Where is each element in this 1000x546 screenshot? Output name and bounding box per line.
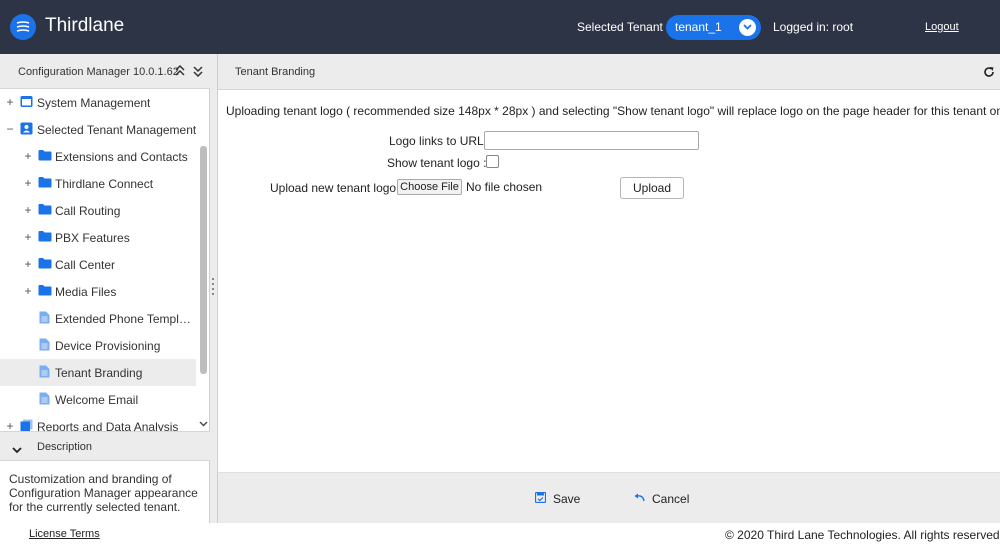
logo-url-label: Logo links to URL : <box>389 134 490 148</box>
tree-scrollbar-thumb[interactable] <box>200 146 207 374</box>
logout-link[interactable]: Logout <box>925 21 959 33</box>
upload-logo-label: Upload new tenant logo : <box>270 181 403 195</box>
sidebar-item-call-center[interactable]: + Call Center <box>0 251 196 278</box>
refresh-icon[interactable] <box>983 66 995 81</box>
folder-icon <box>38 203 52 218</box>
sidebar-item-selected-tenant-management[interactable]: − Selected Tenant Management <box>0 116 196 143</box>
collapse-all-icon[interactable] <box>175 64 185 80</box>
expand-toggle-icon[interactable]: + <box>5 95 15 109</box>
tenant-select[interactable]: tenant_1 <box>666 15 761 40</box>
action-bar: Save Cancel <box>218 472 1000 523</box>
sidebar-item-tenant-branding[interactable]: Tenant Branding <box>0 359 196 386</box>
folder-icon <box>38 257 52 272</box>
description-header[interactable]: Description <box>0 431 210 461</box>
expand-toggle-icon[interactable]: + <box>23 149 33 163</box>
sidebar-item-device-provisioning[interactable]: Device Provisioning <box>0 332 196 359</box>
upload-button[interactable]: Upload <box>620 177 684 199</box>
sidebar-item-label: PBX Features <box>55 231 130 245</box>
folder-icon <box>38 230 52 245</box>
sidebar-item-call-routing[interactable]: + Call Routing <box>0 197 196 224</box>
tenant-icon <box>20 122 33 138</box>
expand-toggle-icon[interactable]: + <box>23 284 33 298</box>
expand-toggle-icon[interactable]: + <box>23 203 33 217</box>
chevron-down-icon[interactable] <box>12 443 22 457</box>
sidebar-item-label: Extended Phone Templates <box>55 312 191 326</box>
sidebar-item-media-files[interactable]: + Media Files <box>0 278 196 305</box>
sidebar-item-reports-and-data-analysis[interactable]: + Reports and Data Analysis <box>0 413 196 431</box>
document-icon <box>39 365 50 381</box>
cancel-label: Cancel <box>652 492 690 506</box>
choose-file-button[interactable]: Choose File <box>397 179 462 195</box>
sidebar-item-thirdlane-connect[interactable]: + Thirdlane Connect <box>0 170 196 197</box>
sidebar-item-label: Call Center <box>55 258 116 272</box>
logged-in-user: Logged in: root <box>773 20 854 34</box>
scroll-down-icon[interactable] <box>199 416 208 430</box>
sidebar-item-label: Thirdlane Connect <box>55 177 154 191</box>
folder-icon <box>38 176 52 191</box>
main-header: Tenant Branding <box>218 54 1000 90</box>
tenant-select-value: tenant_1 <box>675 20 722 34</box>
app-header: Thirdlane Selected Tenant : tenant_1 Log… <box>0 0 1000 54</box>
undo-icon <box>634 492 646 506</box>
expand-toggle-icon[interactable]: + <box>23 257 33 271</box>
show-logo-checkbox[interactable] <box>486 155 499 168</box>
window-icon <box>20 95 33 111</box>
sidebar-item-label: Call Routing <box>55 204 121 218</box>
navigation-tree: + System Management − Selected Tenant Ma… <box>0 89 210 431</box>
sidebar-item-label: Device Provisioning <box>55 339 161 353</box>
sidebar-item-label: Media Files <box>55 285 117 299</box>
license-terms-link[interactable]: License Terms <box>29 528 100 540</box>
sidebar-item-label: Welcome Email <box>55 393 139 407</box>
logo-url-input[interactable] <box>484 131 699 150</box>
sidebar-item-label: Tenant Branding <box>55 366 143 380</box>
sidebar-item-label: Reports and Data Analysis <box>37 420 179 431</box>
thirdlane-logo-icon <box>10 14 36 40</box>
sidebar: Configuration Manager 10.0.1.62 + System… <box>0 54 210 523</box>
brand-name: Thirdlane <box>45 15 125 36</box>
page-footer: License Terms © 2020 Third Lane Technolo… <box>0 523 1000 546</box>
panel-splitter-handle[interactable] <box>212 278 216 300</box>
sidebar-item-pbx-features[interactable]: + PBX Features <box>0 224 196 251</box>
sidebar-title: Configuration Manager 10.0.1.62 <box>18 66 179 78</box>
expand-toggle-icon[interactable]: + <box>23 176 33 190</box>
no-file-chosen-text: No file chosen <box>466 180 543 194</box>
save-icon <box>534 491 547 506</box>
sidebar-item-label: System Management <box>37 96 151 110</box>
main-panel: Tenant Branding Uploading tenant logo ( … <box>217 54 1000 523</box>
sidebar-item-label: Selected Tenant Management <box>37 123 197 137</box>
document-icon <box>39 311 50 327</box>
sidebar-item-welcome-email[interactable]: Welcome Email <box>0 386 196 413</box>
document-icon <box>39 338 50 354</box>
sidebar-item-system-management[interactable]: + System Management <box>0 89 196 116</box>
sidebar-item-extensions-and-contacts[interactable]: + Extensions and Contacts <box>0 143 196 170</box>
selected-tenant-label: Selected Tenant : <box>577 20 670 34</box>
folder-icon <box>38 284 52 299</box>
sidebar-header: Configuration Manager 10.0.1.62 <box>0 54 210 89</box>
folder-icon <box>38 149 52 164</box>
collapse-toggle-icon[interactable]: − <box>5 122 15 136</box>
copyright-text: © 2020 Third Lane Technologies. All righ… <box>725 528 1000 542</box>
expand-toggle-icon[interactable]: + <box>23 230 33 244</box>
description-text: Customization and branding of Configurat… <box>9 472 198 514</box>
branding-info-text: Uploading tenant logo ( recommended size… <box>226 104 1000 118</box>
document-icon <box>39 392 50 408</box>
expand-toggle-icon[interactable]: + <box>5 419 15 431</box>
sidebar-item-label: Extensions and Contacts <box>55 150 188 164</box>
page-title: Tenant Branding <box>235 66 316 78</box>
chevron-down-icon <box>739 19 756 36</box>
description-title: Description <box>37 441 93 453</box>
sidebar-item-extended-phone-templates[interactable]: Extended Phone Templates <box>0 305 196 332</box>
show-logo-label: Show tenant logo : <box>387 156 487 170</box>
save-label: Save <box>553 492 581 506</box>
expand-all-icon[interactable] <box>193 65 203 80</box>
reports-icon <box>20 419 33 431</box>
